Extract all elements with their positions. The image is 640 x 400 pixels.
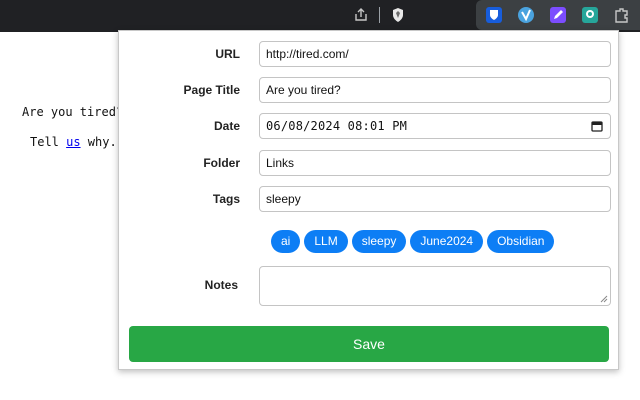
page-tell-line: Tell us why.	[30, 135, 117, 149]
folder-input[interactable]: Links	[259, 150, 611, 176]
date-label: Date	[213, 119, 240, 133]
extension-v-icon[interactable]	[514, 3, 538, 27]
calendar-icon[interactable]	[591, 120, 603, 132]
save-button[interactable]: Save	[129, 326, 609, 362]
toolbar-separator	[379, 7, 380, 23]
url-input[interactable]: http://tired.com/	[259, 41, 611, 67]
date-input[interactable]: 06/08/2024 08:01 PM	[259, 113, 611, 139]
extension-pencil-icon[interactable]	[546, 3, 570, 27]
browser-toolbar	[0, 0, 640, 32]
notes-label: Notes	[204, 278, 238, 292]
date-row: Date 06/08/2024 08:01 PM	[119, 113, 620, 139]
tags-label: Tags	[212, 192, 240, 206]
us-link[interactable]: us	[66, 135, 80, 149]
bookmark-popup: URL http://tired.com/ Page Title Are you…	[118, 30, 619, 370]
share-icon[interactable]	[349, 3, 373, 27]
tags-input[interactable]: sleepy	[259, 186, 611, 212]
suggested-tags: ai LLM sleepy June2024 Obsidian	[271, 230, 555, 253]
title-row: Page Title Are you tired?	[119, 77, 620, 103]
url-label: URL	[215, 47, 240, 61]
brave-shield-icon[interactable]	[386, 3, 410, 27]
tag-chip[interactable]: sleepy	[351, 230, 407, 253]
page-question: Are you tired?	[22, 105, 124, 119]
date-value: 06/08/2024 08:01 PM	[266, 119, 408, 133]
tag-chip[interactable]: LLM	[304, 230, 348, 253]
bitwarden-icon[interactable]	[482, 3, 506, 27]
url-row: URL http://tired.com/	[119, 41, 620, 67]
toolbar-right	[349, 0, 640, 30]
tag-chip[interactable]: June2024	[410, 230, 484, 253]
tag-chip[interactable]: Obsidian	[487, 230, 555, 253]
extensions-group	[476, 0, 640, 30]
tell-prefix: Tell	[30, 135, 67, 149]
extension-tag-icon[interactable]	[578, 3, 602, 27]
folder-label: Folder	[203, 156, 240, 170]
tag-chip[interactable]: ai	[271, 230, 301, 253]
tags-row: Tags sleepy	[119, 186, 620, 212]
title-input[interactable]: Are you tired?	[259, 77, 611, 103]
folder-row: Folder Links	[119, 150, 620, 176]
resize-grip-icon[interactable]	[600, 295, 608, 303]
notes-textarea[interactable]	[259, 266, 611, 306]
tell-suffix: why.	[80, 135, 117, 149]
title-label: Page Title	[183, 83, 240, 97]
puzzle-icon[interactable]	[610, 3, 634, 27]
